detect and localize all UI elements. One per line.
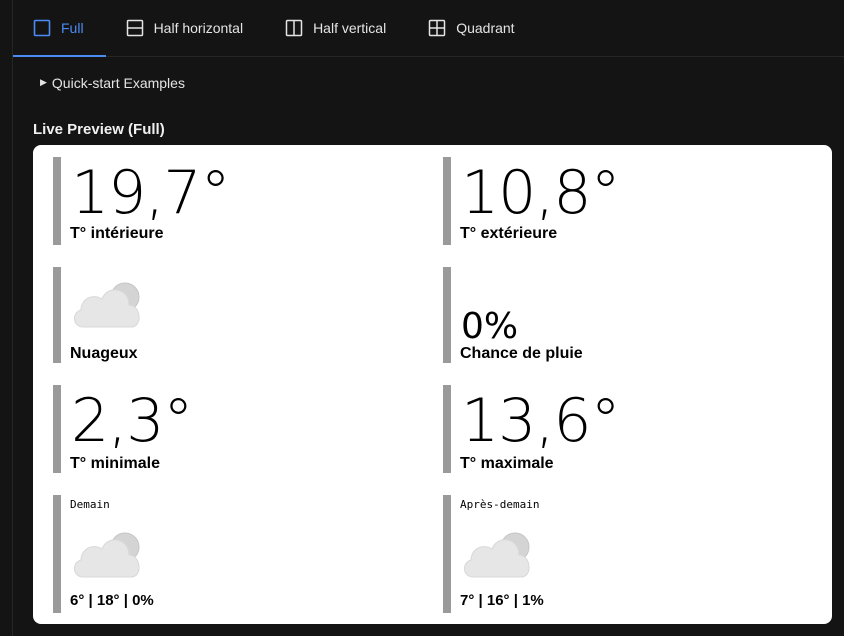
quickstart-examples-toggle[interactable]: ▶ Quick-start Examples — [40, 75, 185, 91]
forecast-tomorrow-cell: Demain 6° | 18° | 0% — [53, 495, 413, 613]
app-window: Full Half horizontal Half vertical Quadr… — [0, 0, 844, 636]
outdoor-temp-value: 10,8° — [461, 158, 621, 228]
tab-quadrant-label: Quadrant — [456, 20, 515, 36]
min-temp-cell: 2,3° T° minimale — [53, 385, 413, 473]
tab-full[interactable]: Full — [13, 0, 106, 57]
forecast-after-tomorrow-summary: 7° | 16° | 1% — [460, 592, 544, 609]
max-temp-cell: 13,6° T° maximale — [443, 385, 813, 473]
rain-chance-label: Chance de pluie — [460, 345, 583, 362]
tab-full-label: Full — [61, 20, 84, 36]
layout-tab-bar: Full Half horizontal Half vertical Quadr… — [13, 0, 844, 57]
half-horizontal-icon — [126, 19, 144, 37]
tab-half-vertical-label: Half vertical — [313, 20, 387, 36]
dither-bar — [443, 495, 451, 613]
dither-bar — [53, 267, 61, 363]
tab-half-vertical[interactable]: Half vertical — [265, 0, 408, 56]
forecast-after-tomorrow-cell: Après-demain 7° | 16° | 1% — [443, 495, 813, 613]
dither-bar — [53, 157, 61, 245]
cloudy-icon — [69, 275, 145, 331]
quadrant-icon — [428, 19, 446, 37]
outdoor-temp-label: T° extérieure — [460, 225, 558, 242]
rain-chance-value: 0% — [461, 306, 519, 347]
outdoor-temp-cell: 10,8° T° extérieure — [443, 157, 813, 245]
square-icon — [33, 19, 51, 37]
max-temp-label: T° maximale — [460, 455, 554, 472]
max-temp-value: 13,6° — [461, 386, 621, 456]
cloudy-icon — [459, 525, 535, 581]
dither-bar — [443, 157, 451, 245]
indoor-temp-label: T° intérieure — [70, 225, 164, 242]
tab-half-horizontal-label: Half horizontal — [153, 20, 244, 36]
cloudy-icon — [69, 525, 145, 581]
dither-bar — [53, 385, 61, 473]
min-temp-label: T° minimale — [70, 455, 160, 472]
dither-bar — [443, 267, 451, 363]
forecast-tomorrow-title: Demain — [70, 498, 110, 511]
rain-chance-cell: 0% Chance de pluie — [443, 267, 813, 363]
quickstart-label: Quick-start Examples — [51, 75, 185, 91]
forecast-tomorrow-summary: 6° | 18° | 0% — [70, 592, 154, 609]
condition-cell: Nuageux — [53, 267, 413, 363]
indoor-temp-cell: 19,7° T° intérieure — [53, 157, 413, 245]
tab-half-horizontal[interactable]: Half horizontal — [106, 0, 266, 56]
live-preview-title: Live Preview (Full) — [33, 121, 165, 138]
tab-quadrant[interactable]: Quadrant — [408, 0, 536, 56]
min-temp-value: 2,3° — [71, 386, 193, 456]
dither-bar — [53, 495, 61, 613]
dither-bar — [443, 385, 451, 473]
indoor-temp-value: 19,7° — [71, 158, 231, 228]
forecast-after-tomorrow-title: Après-demain — [460, 498, 540, 511]
half-vertical-icon — [285, 19, 303, 37]
condition-label: Nuageux — [70, 345, 138, 362]
live-preview-card: 19,7° T° intérieure 10,8° T° extérieure … — [33, 145, 832, 624]
disclosure-triangle-icon: ▶ — [40, 76, 47, 87]
